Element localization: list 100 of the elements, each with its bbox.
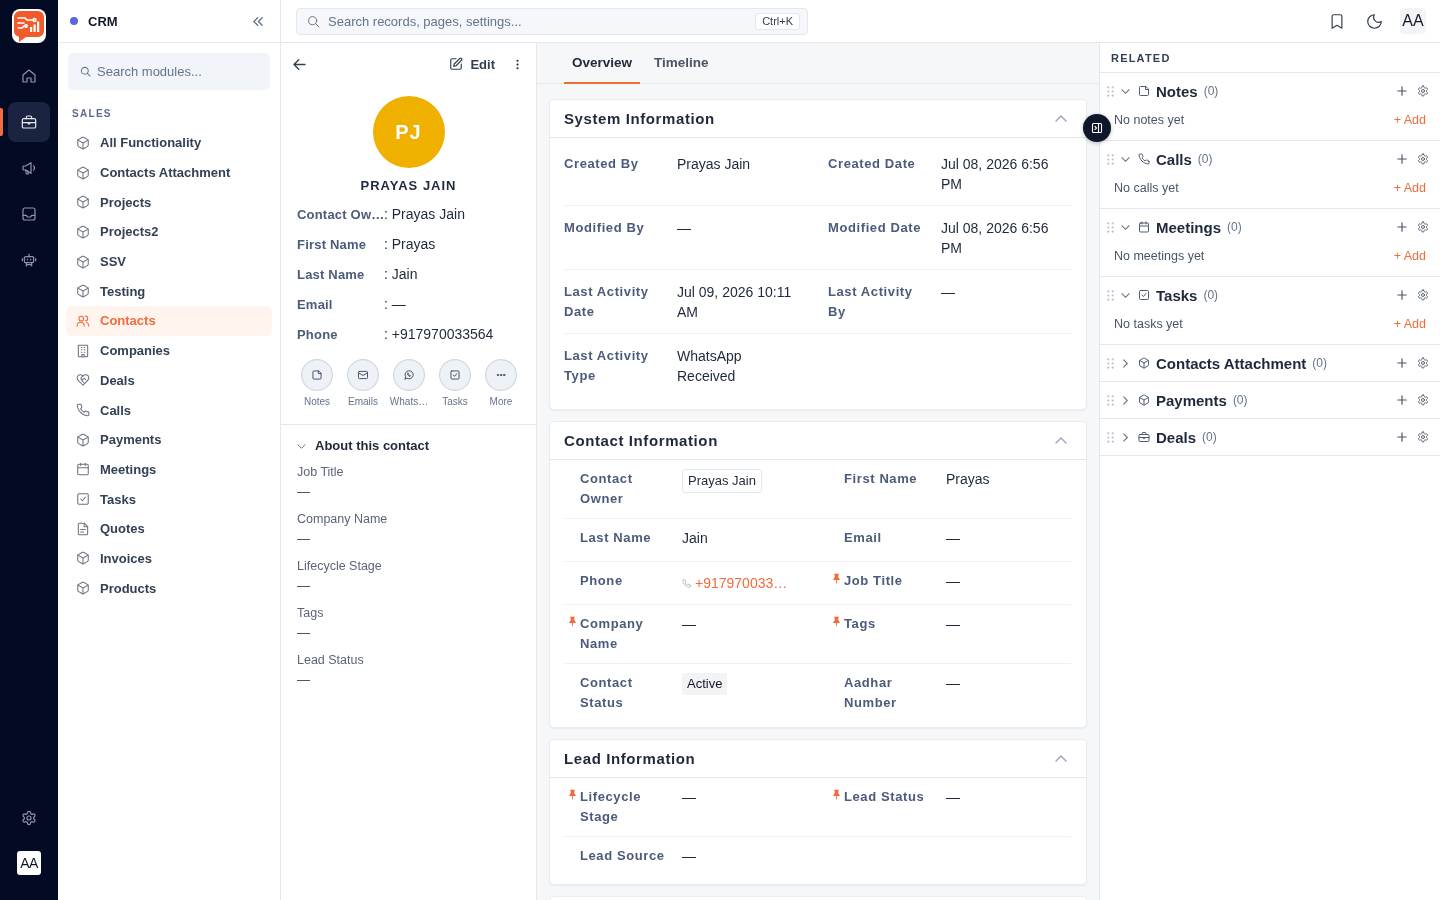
module-item[interactable]: Products (66, 573, 272, 603)
settings-icon[interactable] (1417, 289, 1429, 301)
chevron-up-icon[interactable] (1055, 115, 1067, 122)
tab[interactable]: Overview (564, 43, 641, 84)
tab[interactable]: Timeline (646, 43, 717, 84)
drag-handle-icon[interactable] (1107, 357, 1114, 369)
module-item[interactable]: Deals (66, 365, 272, 396)
panel-toggle-button[interactable] (1083, 114, 1111, 142)
module-item[interactable]: SSV (66, 246, 272, 277)
field-value: Jul 08, 2026 6:56 PM (941, 220, 1049, 256)
group-title: Deals (1156, 428, 1197, 446)
plus-icon[interactable] (1397, 395, 1407, 405)
action-button[interactable]: Emails (340, 359, 386, 408)
cube-icon (1138, 357, 1150, 369)
module-item[interactable]: Projects (66, 187, 272, 218)
module-item[interactable]: Calls (66, 395, 272, 425)
field-value: — (682, 848, 696, 864)
drag-handle-icon[interactable] (1107, 289, 1114, 301)
more-icon[interactable] (516, 58, 519, 70)
action-button[interactable]: Notes (294, 359, 340, 408)
briefcase-icon (1138, 431, 1150, 443)
search-field[interactable]: Search modules... (68, 53, 270, 90)
chevron-down-icon[interactable] (1121, 156, 1130, 162)
plus-icon[interactable] (1397, 86, 1407, 96)
drag-handle-icon[interactable] (1107, 394, 1114, 406)
field-value: — (946, 530, 960, 546)
sidebar-panel-icon (1091, 122, 1103, 134)
chevron-up-icon[interactable] (1055, 755, 1067, 762)
group-title: Tasks (1156, 286, 1198, 304)
settings-icon[interactable] (1417, 153, 1429, 165)
empty-message: No tasks yet (1114, 316, 1183, 333)
chevron-right-icon[interactable] (1123, 395, 1128, 405)
file-icon (1138, 85, 1150, 97)
field-value: — (297, 577, 310, 595)
plus-icon[interactable] (1397, 154, 1407, 164)
field-value: Prayas (946, 471, 990, 487)
cube-icon (76, 135, 90, 150)
cube-icon (76, 165, 90, 180)
module-item[interactable]: All Functionality (66, 128, 272, 158)
logo-icon[interactable] (12, 9, 46, 43)
drag-handle-icon[interactable] (1107, 85, 1114, 97)
field-value: — (677, 220, 691, 236)
field-value: — (946, 675, 960, 691)
nav-button[interactable] (8, 102, 50, 142)
chevron-down-icon[interactable] (1121, 88, 1130, 94)
user-avatar[interactable]: AA (17, 851, 41, 875)
action-button[interactable]: Whats… (386, 359, 432, 408)
module-item[interactable]: Quotes (66, 513, 272, 544)
user-chip[interactable]: Prayas Jain (682, 469, 762, 493)
panel-title: RELATED (1111, 51, 1171, 64)
chevron-right-icon[interactable] (1123, 358, 1128, 368)
settings-icon[interactable] (1417, 221, 1429, 233)
user-avatar[interactable]: AA (1400, 8, 1426, 34)
group-count: (0) (1312, 356, 1327, 370)
cube-icon (76, 224, 90, 239)
module-item[interactable]: Projects2 (66, 217, 272, 247)
module-item[interactable]: Testing (66, 276, 272, 307)
module-item[interactable]: Invoices (66, 543, 272, 574)
drag-handle-icon[interactable] (1107, 153, 1114, 165)
module-item[interactable]: Tasks (66, 484, 272, 514)
settings-icon[interactable] (1417, 431, 1429, 443)
module-item[interactable]: Meetings (66, 454, 272, 485)
field-label: Modified By (564, 219, 646, 237)
settings-icon[interactable] (1417, 85, 1429, 97)
action-button[interactable]: Tasks (432, 359, 478, 408)
group-title: Calls (1156, 150, 1192, 168)
moon-icon[interactable] (1367, 13, 1382, 29)
drag-handle-icon[interactable] (1107, 221, 1114, 233)
field-value: WhatsApp Received (677, 348, 742, 384)
bookmark-icon[interactable] (1331, 13, 1343, 29)
plus-icon[interactable] (1397, 222, 1407, 232)
chevron-right-icon[interactable] (1123, 432, 1128, 442)
plus-icon[interactable] (1397, 432, 1407, 442)
field-value: — (682, 789, 696, 805)
settings-icon[interactable] (1417, 357, 1429, 369)
field-label: Tags (297, 605, 324, 622)
section-toggle[interactable]: About this contact (297, 438, 430, 454)
field-label: Contact Ow… (297, 206, 384, 222)
cube-icon (1138, 394, 1150, 406)
field-label: Email (844, 529, 883, 547)
building-icon (76, 343, 90, 358)
drag-handle-icon[interactable] (1107, 431, 1114, 443)
edit-button[interactable]: Edit (447, 52, 497, 76)
field-value: : +917970033564 (384, 326, 494, 342)
field-label: Job Title (297, 464, 344, 481)
chevron-up-icon[interactable] (1055, 437, 1067, 444)
action-button[interactable]: More (478, 359, 524, 408)
chevron-down-icon[interactable] (1121, 224, 1130, 230)
plus-icon[interactable] (1397, 290, 1407, 300)
module-item[interactable]: Contacts Attachment (66, 157, 272, 188)
settings-icon[interactable] (1417, 394, 1429, 406)
plus-icon[interactable] (1397, 358, 1407, 368)
chevron-down-icon[interactable] (1121, 292, 1130, 298)
module-item[interactable]: Companies (66, 335, 272, 366)
collapse-icon[interactable] (253, 16, 263, 26)
module-item[interactable]: Payments (66, 424, 272, 455)
back-arrow-icon[interactable] (293, 58, 306, 70)
settings-icon[interactable] (21, 810, 37, 826)
field-label: Contact Status (580, 674, 634, 712)
empty-message: No calls yet (1114, 180, 1179, 197)
